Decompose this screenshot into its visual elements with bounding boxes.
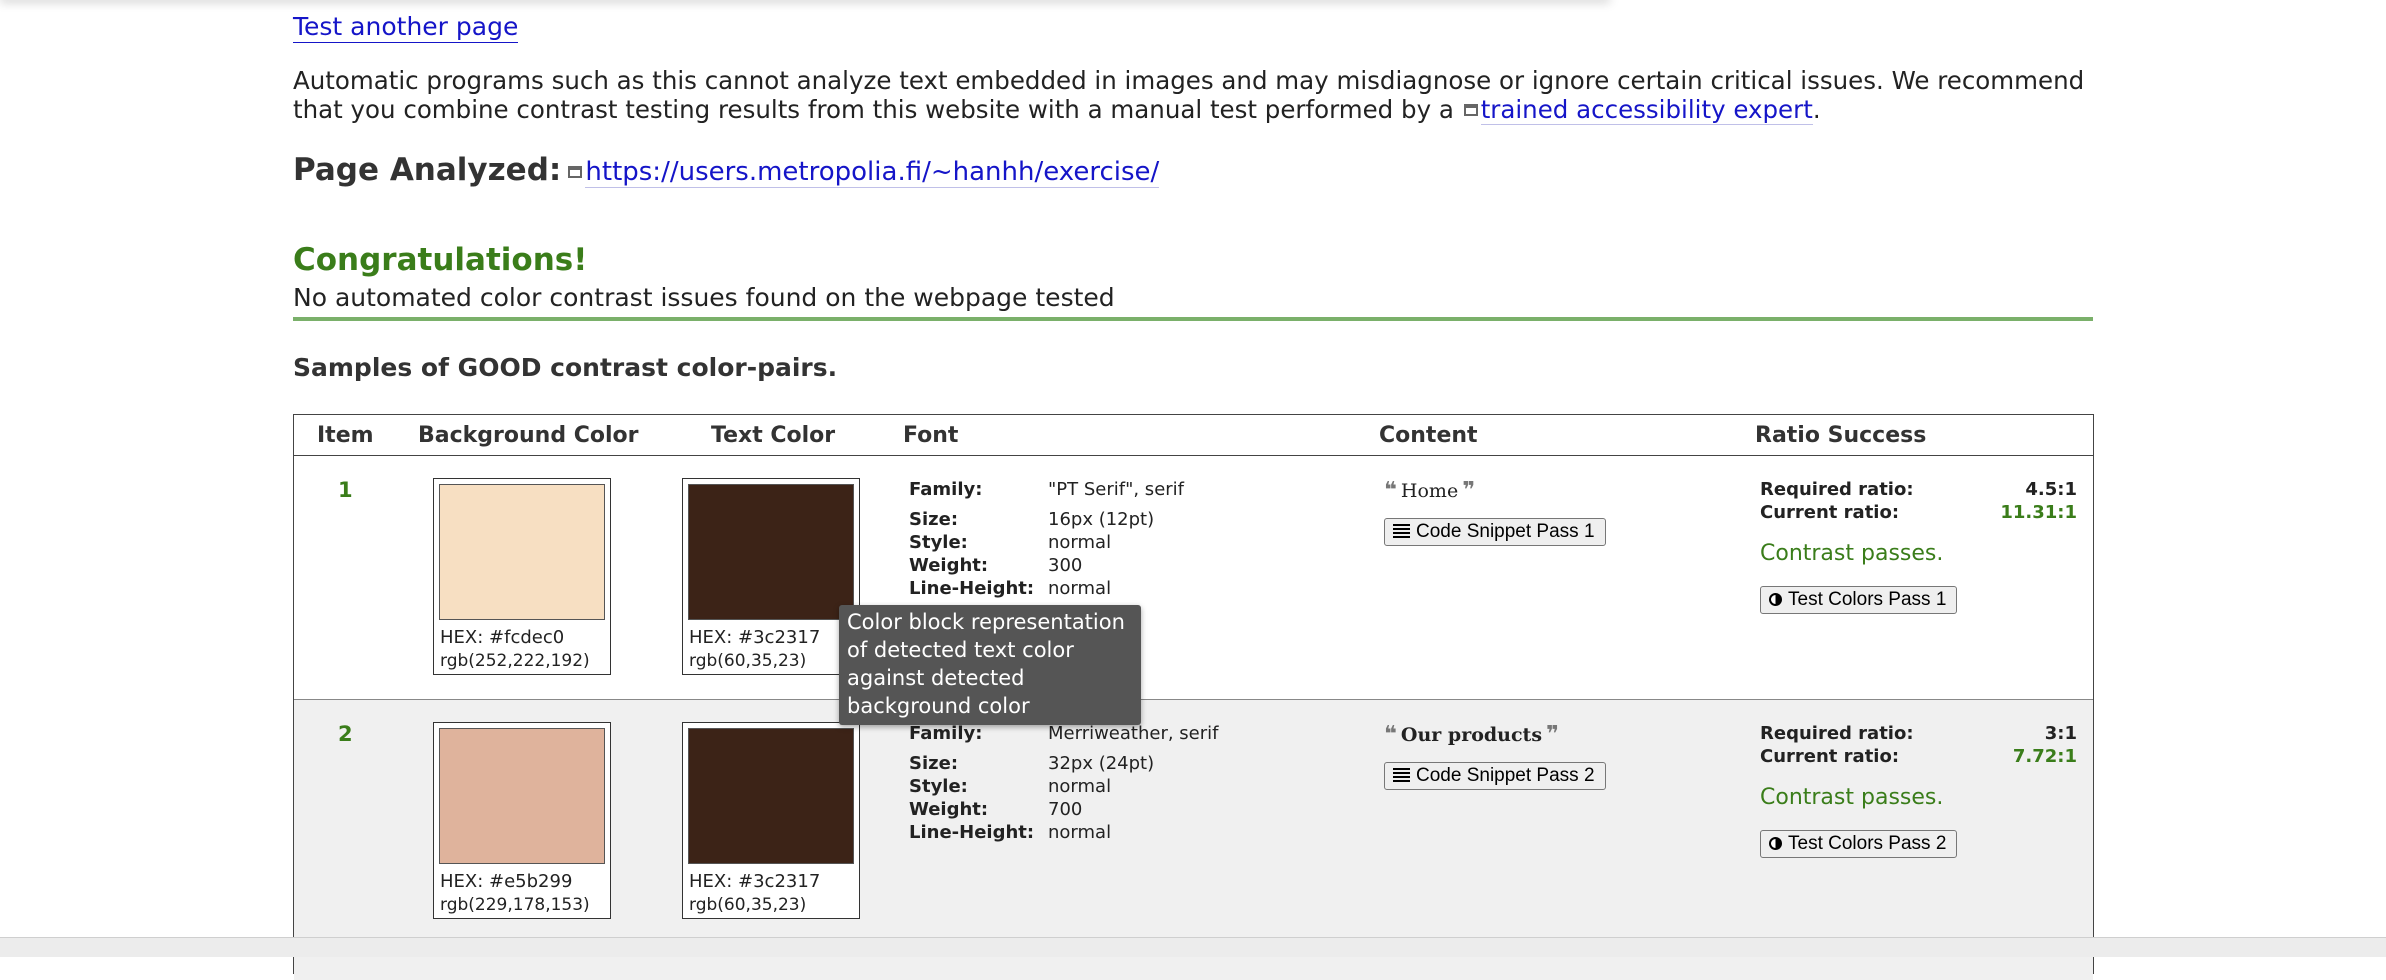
font-weight-label: Weight: [909,799,989,820]
lines-icon [1393,524,1410,538]
background-hex: HEX: #e5b299 [440,871,573,892]
font-family-label: Family: [909,723,983,744]
content-text: Our products [1400,723,1543,746]
background-rgb: rgb(252,222,192) [440,651,590,671]
font-family-value: Merriweather, serif [1048,723,1219,744]
text-swatch[interactable] [688,728,854,864]
text-hex: HEX: #3c2317 [689,871,821,892]
quote-close-icon: ❞ [1462,478,1476,503]
required-ratio-value: 4.5:1 [2025,479,2077,500]
header-item: Item [317,423,374,448]
font-size-value: 32px (24pt) [1048,753,1155,774]
font-weight-value: 700 [1048,799,1083,820]
header-background-color: Background Color [418,423,639,448]
contrast-icon [1769,593,1782,606]
required-ratio-label: Required ratio: [1760,723,1914,744]
test-colors-label: Test Colors Pass 2 [1788,833,1947,854]
test-colors-label: Test Colors Pass 1 [1788,589,1947,610]
text-swatch[interactable] [688,484,854,620]
code-snippet-button[interactable]: Code Snippet Pass 2 [1384,762,1606,790]
current-ratio-value: 11.31:1 [2000,502,2077,523]
line-height-label: Line-Height: [909,578,1035,599]
external-link-icon [568,166,583,178]
accessibility-expert-link[interactable]: trained accessibility expert [1480,95,1813,125]
font-family-value: "PT Serif", serif [1048,479,1185,500]
font-family-label: Family: [909,479,983,500]
code-snippet-label: Code Snippet Pass 1 [1416,521,1595,542]
content-sample: ❝ Home ❞ [1384,478,1475,503]
text-rgb: rgb(60,35,23) [689,651,807,671]
font-style-label: Style: [909,776,968,797]
code-snippet-button[interactable]: Code Snippet Pass 1 [1384,518,1606,546]
background-rgb: rgb(229,178,153) [440,895,590,915]
text-hex: HEX: #3c2317 [689,627,821,648]
current-ratio-label: Current ratio: [1760,502,1900,523]
text-color-sample: HEX: #3c2317 rgb(60,35,23) [682,722,860,919]
test-colors-button[interactable]: Test Colors Pass 2 [1760,830,1958,858]
result-message: No automated color contrast issues found… [293,283,1115,312]
quote-open-icon: ❝ [1384,478,1397,503]
background-swatch [439,728,605,864]
font-style-value: normal [1048,776,1112,797]
contrast-status: Contrast passes. [1760,541,1944,566]
divider [293,317,2093,321]
background-color-sample: HEX: #e5b299 rgb(229,178,153) [433,722,611,919]
current-ratio-label: Current ratio: [1760,746,1900,767]
background-swatch [439,484,605,620]
horizontal-scrollbar[interactable] [0,937,2386,957]
samples-heading: Samples of GOOD contrast color-pairs. [293,353,838,382]
text-rgb: rgb(60,35,23) [689,895,807,915]
header-font: Font [903,423,959,448]
test-colors-button[interactable]: Test Colors Pass 1 [1760,586,1958,614]
font-style-value: normal [1048,532,1112,553]
header-content: Content [1379,423,1478,448]
font-size-label: Size: [909,509,959,530]
background-hex: HEX: #fcdec0 [440,627,565,648]
table-header: Item Background Color Text Color Font Co… [294,415,2093,456]
text-color-sample: HEX: #3c2317 rgb(60,35,23) [682,478,860,675]
page-analyzed-label: Page Analyzed: [293,152,562,188]
external-link-icon [1463,104,1478,116]
contrast-icon [1769,837,1782,850]
analyzed-url-link[interactable]: https://users.metropolia.fi/~hanhh/exerc… [585,157,1160,188]
table-row: 1 HEX: #fcdec0 rgb(252,222,192) HEX: #3c… [294,456,2093,700]
content-text: Home [1400,479,1459,502]
lines-icon [1393,768,1410,782]
item-number: 1 [338,478,353,502]
font-size-label: Size: [909,753,959,774]
quote-open-icon: ❝ [1384,722,1397,747]
font-weight-value: 300 [1048,555,1083,576]
required-ratio-label: Required ratio: [1760,479,1914,500]
current-ratio-value: 7.72:1 [2012,746,2077,767]
header-ratio-success: Ratio Success [1755,423,1927,448]
item-number: 2 [338,722,353,746]
contrast-status: Contrast passes. [1760,785,1944,810]
code-snippet-label: Code Snippet Pass 2 [1416,765,1595,786]
line-height-value: normal [1048,578,1112,599]
swatch-tooltip: Color block representation of detected t… [839,605,1141,725]
quote-close-icon: ❞ [1546,722,1559,747]
disclaimer-end: . [1812,95,1821,124]
result-title: Congratulations! [293,242,588,278]
results-table: Item Background Color Text Color Font Co… [293,414,2094,980]
font-style-label: Style: [909,532,968,553]
background-color-sample: HEX: #fcdec0 rgb(252,222,192) [433,478,611,675]
line-height-value: normal [1048,822,1112,843]
line-height-label: Line-Height: [909,822,1035,843]
required-ratio-value: 3:1 [2044,723,2077,744]
font-weight-label: Weight: [909,555,989,576]
disclaimer-text: Automatic programs such as this cannot a… [293,66,2093,125]
test-another-page-link[interactable]: Test another page [293,12,519,43]
header-text-color: Text Color [711,423,836,448]
font-size-value: 16px (12pt) [1048,509,1155,530]
content-sample: ❝ Our products ❞ [1384,722,1559,747]
page-analyzed: Page Analyzed: https://users.metropolia.… [293,152,1160,188]
